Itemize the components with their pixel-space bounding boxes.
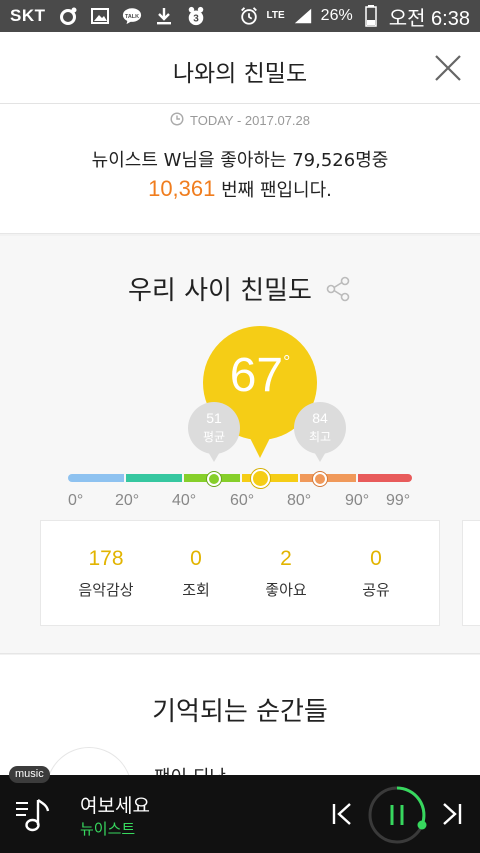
average-bubble: 51 평균	[188, 402, 240, 454]
average-marker	[207, 472, 221, 486]
talk-icon: TALK	[122, 6, 142, 26]
tick-label: 20°	[115, 492, 140, 509]
gauge-segment-orange	[300, 474, 356, 482]
next-stats-card[interactable]	[462, 520, 480, 626]
intimacy-title: 우리 사이 친밀도	[128, 276, 312, 306]
fan-count-text: 뉴이스트 W님을 좋아하는 79,526명중	[91, 150, 389, 171]
stat-likes-label: 좋아요	[265, 581, 307, 599]
download-icon	[154, 6, 174, 26]
today-line: TODAY - 2017.07.28	[0, 112, 480, 129]
highest-value: 84	[312, 410, 328, 426]
playlist-icon	[16, 799, 50, 832]
degree-symbol: °	[283, 352, 291, 372]
average-pointer	[207, 450, 221, 462]
page-header: 나와의 친밀도	[0, 32, 480, 104]
carrier-label: SKT	[10, 6, 46, 25]
signal-icon	[293, 6, 313, 26]
my-score-marker	[251, 469, 270, 488]
share-button[interactable]	[324, 275, 352, 303]
tick-label: 90°	[345, 492, 370, 509]
gauge-segment-teal	[126, 474, 182, 482]
previous-button[interactable]	[328, 799, 358, 829]
previous-icon	[332, 803, 351, 825]
record-icon	[58, 6, 78, 26]
stat-views-value: 0	[190, 547, 202, 570]
stat-shares-value: 0	[370, 547, 382, 570]
my-score-number: 67	[229, 349, 284, 402]
stat-shares: 0 공유	[331, 547, 421, 600]
status-bar: SKT TALK 3 LTE 26% 오전 6:38	[0, 0, 480, 32]
stat-listen-value: 178	[88, 547, 124, 570]
gauge-segment-blue	[68, 474, 124, 482]
tick-label: 99°	[386, 492, 411, 509]
stat-listen: 178 음악감상	[61, 547, 151, 600]
intimacy-section: 우리 사이 친밀도 67° 51 평균 84 최고 0° 20° 40° 60°…	[0, 236, 480, 654]
next-button[interactable]	[436, 799, 466, 829]
highest-pointer	[313, 450, 327, 462]
intimacy-gauge-bar	[68, 474, 412, 482]
fan-rank-card: TODAY - 2017.07.28 뉴이스트 W님을 좋아하는 79,526명…	[0, 104, 480, 234]
close-icon	[435, 55, 461, 81]
gauge-ticks: 0° 20° 40° 60° 80° 90° 99°	[0, 492, 480, 512]
activity-stats-card[interactable]: 178 음악감상 0 조회 2 좋아요 0 공유	[40, 520, 440, 626]
intimacy-title-row: 우리 사이 친밀도	[0, 270, 480, 307]
stat-likes-value: 2	[280, 547, 292, 570]
fan-rank-suffix: 번째 팬입니다.	[215, 180, 332, 201]
fan-rank-text: 10,361 번째 팬입니다.	[0, 176, 480, 202]
song-title: 여보세요	[80, 795, 150, 817]
next-icon	[443, 803, 462, 825]
song-artist: 뉴이스트	[80, 820, 136, 838]
highest-bubble: 84 최고	[294, 402, 346, 454]
clock: 오전 6:38	[388, 7, 470, 30]
stat-shares-label: 공유	[362, 581, 390, 599]
close-button[interactable]	[434, 54, 462, 82]
gallery-icon	[90, 6, 110, 26]
svg-text:TALK: TALK	[124, 14, 138, 20]
clock-icon	[170, 112, 184, 129]
stat-views: 0 조회	[151, 547, 241, 600]
stat-views-label: 조회	[182, 581, 210, 599]
app-notification-icon: 3	[186, 6, 206, 26]
lte-indicator: LTE	[266, 10, 285, 21]
svg-text:3: 3	[193, 13, 199, 24]
my-score-value: 67°	[203, 348, 317, 403]
today-date: TODAY - 2017.07.28	[190, 113, 310, 128]
tick-label: 60°	[230, 492, 255, 509]
music-badge: music	[9, 766, 50, 783]
stat-listen-label: 음악감상	[78, 581, 134, 599]
mini-player: music 여보세요 뉴이스트	[0, 766, 480, 853]
playlist-button[interactable]	[14, 795, 52, 835]
tick-label: 0°	[68, 492, 84, 509]
alarm-icon	[239, 6, 259, 26]
pause-button[interactable]	[366, 784, 428, 846]
highest-marker	[313, 472, 327, 486]
tick-label: 40°	[172, 492, 197, 509]
highest-label: 최고	[308, 430, 332, 444]
battery-icon	[361, 5, 381, 27]
pause-icon	[368, 786, 427, 844]
share-icon	[326, 276, 350, 301]
fan-rank-number: 10,361	[148, 176, 216, 201]
average-label: 평균	[202, 430, 226, 444]
battery-percent: 26%	[320, 7, 353, 24]
average-value: 51	[206, 410, 222, 426]
moments-section: 기억되는 순간들 팬이 되난	[0, 655, 480, 833]
gauge-segment-red	[358, 474, 412, 482]
moments-title: 기억되는 순간들	[152, 697, 328, 727]
tick-label: 80°	[287, 492, 312, 509]
my-score-pointer	[247, 432, 273, 458]
stat-likes: 2 좋아요	[241, 547, 331, 600]
page-title: 나와의 친밀도	[172, 61, 308, 87]
